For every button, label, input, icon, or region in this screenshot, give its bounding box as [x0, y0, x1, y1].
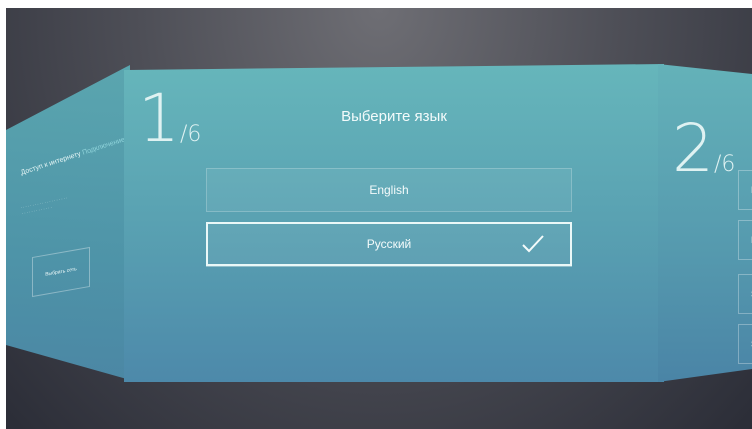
left-side-panel: Доступ к интернету Подключение · · · · ·… [6, 8, 130, 429]
left-panel-face [6, 65, 130, 380]
next-step-indicator: 2/6 [672, 116, 735, 182]
language-option-english[interactable]: English [206, 168, 572, 212]
right-panel-button-3[interactable]: S [738, 274, 752, 314]
language-option-russian[interactable]: Русский [206, 222, 572, 266]
right-panel-button-2[interactable]: R [738, 220, 752, 260]
step-total: /6 [180, 122, 202, 147]
language-option-label: Русский [366, 237, 412, 251]
language-panel: 1/6 Выберите язык English Русский [124, 64, 664, 382]
language-option-label: English [369, 183, 409, 197]
right-panel-button-4[interactable]: S [738, 324, 752, 364]
next-step-total: /6 [714, 152, 736, 177]
setup-wizard-stage: Доступ к интернету Подключение · · · · ·… [6, 8, 752, 429]
right-panel-button-1[interactable]: N [738, 170, 752, 210]
next-step-number: 2 [672, 110, 714, 187]
page-title: Выберите язык [341, 108, 447, 125]
checkmark-icon [522, 235, 544, 253]
right-side-panel: 2/6 N R S S [658, 64, 752, 382]
